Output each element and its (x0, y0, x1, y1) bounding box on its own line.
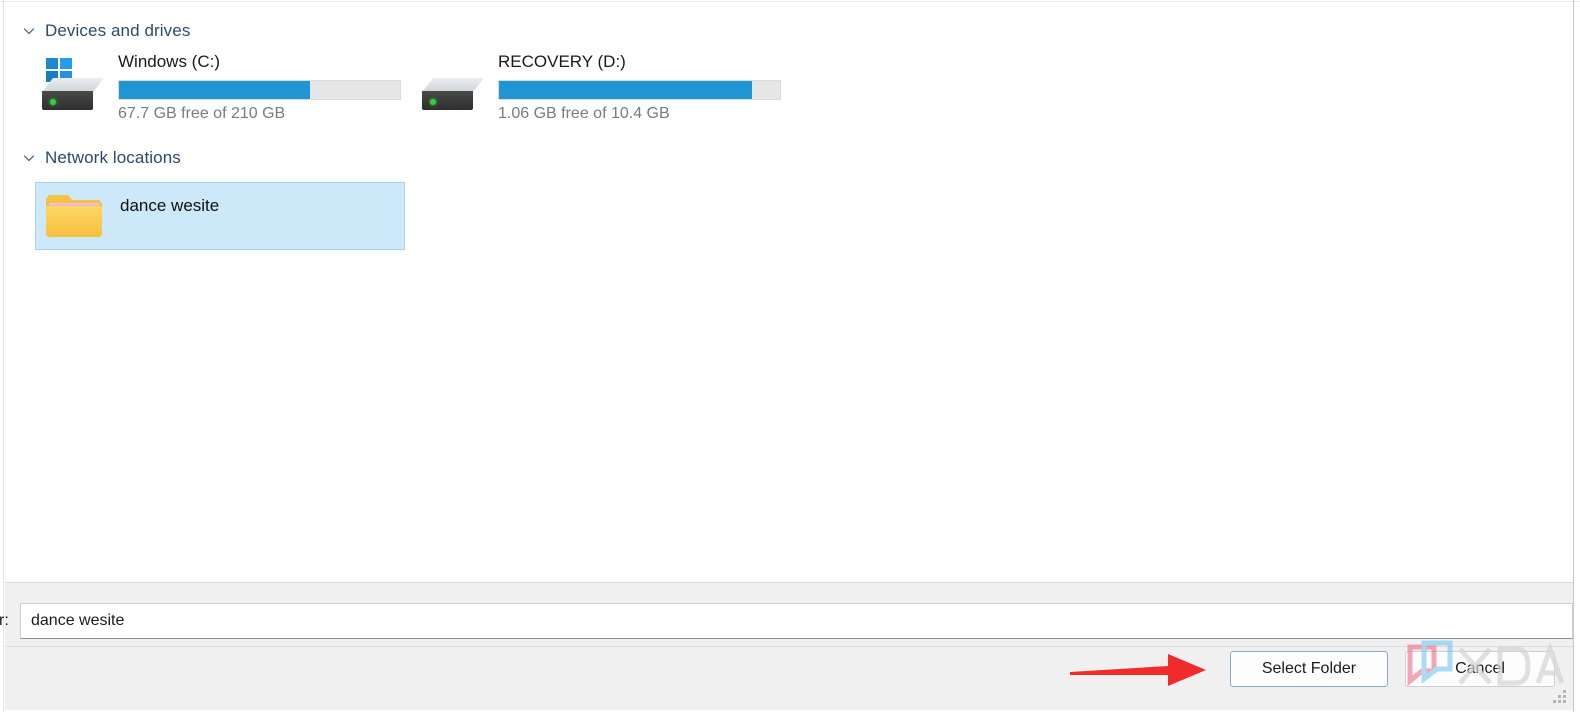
group-header-network-locations[interactable]: Network locations (22, 148, 181, 168)
button-bar-divider (5, 646, 1573, 647)
folder-with-thumbnail-icon (44, 192, 106, 240)
group-header-devices-and-drives[interactable]: Devices and drives (22, 21, 190, 41)
drive-capacity-bar (498, 80, 781, 100)
drive-capacity-fill (499, 81, 752, 99)
dialog-footer: r: Select Folder Cancel (0, 582, 1573, 710)
footer-top-divider (5, 582, 1573, 583)
hard-drive-icon (420, 58, 486, 118)
window-right-border (1573, 0, 1574, 712)
chevron-down-icon[interactable] (22, 151, 36, 165)
drive-name: Windows (C:) (118, 52, 221, 71)
drive-tile-recovery-d[interactable]: RECOVERY (D:) 1.06 GB free of 10.4 GB (420, 52, 781, 134)
window-left-border (3, 0, 4, 712)
hard-drive-glyph (422, 78, 484, 110)
cancel-button[interactable]: Cancel (1405, 651, 1555, 687)
windows-drive-icon (40, 58, 106, 118)
list-item-label: dance wesite (120, 196, 220, 215)
chevron-down-icon[interactable] (22, 24, 36, 38)
drive-capacity-fill (119, 81, 311, 99)
folder-name-input[interactable] (20, 603, 1573, 639)
group-label: Network locations (45, 148, 181, 167)
select-folder-button[interactable]: Select Folder (1230, 651, 1388, 687)
list-item-network-location[interactable]: dance wesite (35, 182, 405, 250)
drive-tile-windows-c[interactable]: Windows (C:) 67.7 GB free of 210 GB (40, 52, 401, 134)
folder-name-label: r: (0, 612, 9, 629)
drive-name: RECOVERY (D:) (498, 52, 626, 71)
file-list-area[interactable]: Devices and drives Windows (C:) 67.7 GB … (5, 2, 1573, 582)
drive-free-space-text: 1.06 GB free of 10.4 GB (498, 105, 670, 122)
folder-picker-dialog: Devices and drives Windows (C:) 67.7 GB … (0, 0, 1580, 712)
hard-drive-glyph (42, 78, 104, 110)
group-label: Devices and drives (45, 21, 191, 40)
folder-name-row: r: (0, 603, 1573, 639)
drive-capacity-bar (118, 80, 401, 100)
drive-free-space-text: 67.7 GB free of 210 GB (118, 105, 286, 122)
